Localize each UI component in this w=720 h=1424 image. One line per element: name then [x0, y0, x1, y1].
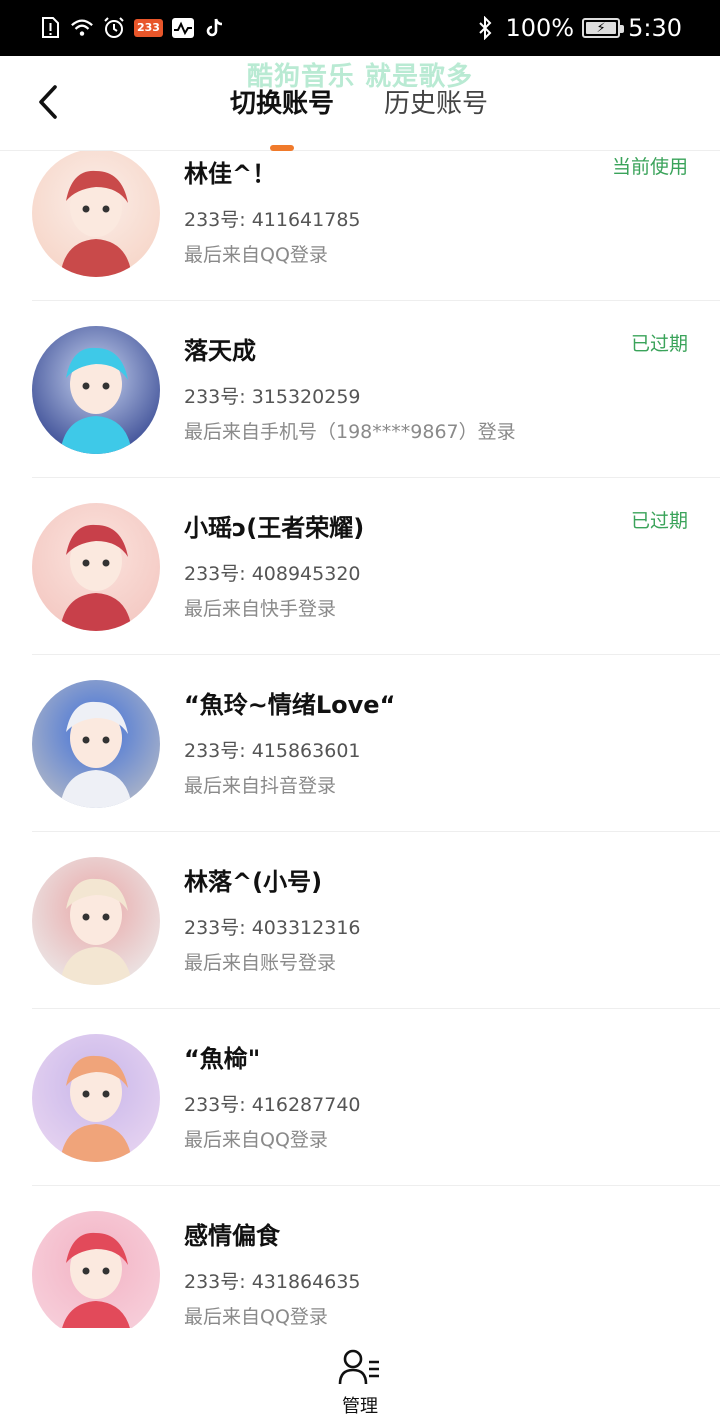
account-name: 落天成	[184, 337, 256, 365]
account-name: “魚玲~情绪Love“	[184, 691, 396, 719]
account-id: 233号: 411641785	[184, 209, 361, 231]
tiktok-icon	[203, 16, 227, 40]
avatar	[32, 680, 160, 808]
user-manage-icon	[338, 1349, 379, 1385]
account-login-source: 最后来自QQ登录	[184, 244, 328, 266]
avatar	[32, 1211, 160, 1328]
account-id: 233号: 431864635	[184, 1271, 361, 1293]
account-id: 233号: 415863601	[184, 740, 361, 762]
account-row[interactable]: 感情偏食 233号: 431864635 最后来自QQ登录	[0, 1186, 720, 1328]
avatar	[32, 326, 160, 454]
account-login-source: 最后来自账号登录	[184, 952, 337, 974]
account-status: 当前使用	[611, 156, 688, 178]
manage-button[interactable]: 管理	[320, 1348, 400, 1424]
account-row[interactable]: “魚玲~情绪Love“ 233号: 415863601 最后来自抖音登录	[0, 655, 720, 832]
account-login-source: 最后来自抖音登录	[184, 775, 337, 797]
account-name: 林落^(小号)	[184, 868, 323, 896]
account-name: 林佳^！	[184, 160, 277, 188]
account-row[interactable]: “魚椧" 233号: 416287740 最后来自QQ登录	[0, 1009, 720, 1186]
account-row[interactable]: 林落^(小号) 233号: 403312316 最后来自账号登录	[0, 832, 720, 1009]
account-login-source: 最后来自QQ登录	[184, 1306, 328, 1328]
account-row[interactable]: 小瑶ↄ(王者荣耀) 233号: 408945320 最后来自快手登录 已过期	[0, 478, 720, 655]
tab-switch-account[interactable]: 切换账号	[230, 84, 334, 124]
health-icon	[171, 16, 195, 40]
tab-bar: 切换账号 历史账号	[0, 84, 720, 124]
avatar	[32, 503, 160, 631]
account-row[interactable]: 落天成 233号: 315320259 最后来自手机号（198****9867）登录…	[0, 301, 720, 478]
manage-label: 管理	[342, 1396, 378, 1417]
app-233-icon: 233	[134, 19, 163, 37]
account-name: 感情偏食	[184, 1222, 280, 1250]
account-login-source: 最后来自手机号（198****9867）登录	[184, 421, 516, 443]
bluetooth-icon	[473, 16, 497, 40]
account-login-source: 最后来自QQ登录	[184, 1129, 328, 1151]
header: 酷狗音乐 就是歌多 切换账号 历史账号	[0, 56, 720, 151]
account-name: “魚椧"	[184, 1045, 261, 1073]
avatar	[32, 1034, 160, 1162]
bottom-bar: 管理	[0, 1328, 720, 1424]
clock: 5:30	[628, 14, 682, 42]
account-status: 已过期	[630, 510, 688, 532]
battery-percent: 100%	[505, 14, 575, 42]
status-icons-left: 233	[38, 14, 227, 42]
account-row[interactable]: 林佳^！ 233号: 411641785 最后来自QQ登录 当前使用	[0, 151, 720, 301]
account-id: 233号: 403312316	[184, 917, 361, 939]
sim-alert-icon	[38, 16, 62, 40]
account-status: 已过期	[630, 333, 688, 355]
wifi-icon	[70, 16, 94, 40]
account-id: 233号: 408945320	[184, 563, 361, 585]
tab-history-account[interactable]: 历史账号	[384, 84, 488, 124]
avatar	[32, 151, 160, 277]
account-id: 233号: 315320259	[184, 386, 361, 408]
battery-charging-icon: ⚡	[582, 18, 625, 38]
avatar	[32, 857, 160, 985]
alarm-icon	[102, 16, 126, 40]
account-name: 小瑶ↄ(王者荣耀)	[184, 514, 365, 542]
status-icons-right: 100% ⚡ 5:30	[473, 12, 682, 44]
account-list[interactable]: 林佳^！ 233号: 411641785 最后来自QQ登录 当前使用落天成 233号: …	[0, 151, 720, 1328]
account-id: 233号: 416287740	[184, 1094, 361, 1116]
status-bar: 233 100% ⚡ 5:30	[0, 0, 720, 56]
account-login-source: 最后来自快手登录	[184, 598, 337, 620]
